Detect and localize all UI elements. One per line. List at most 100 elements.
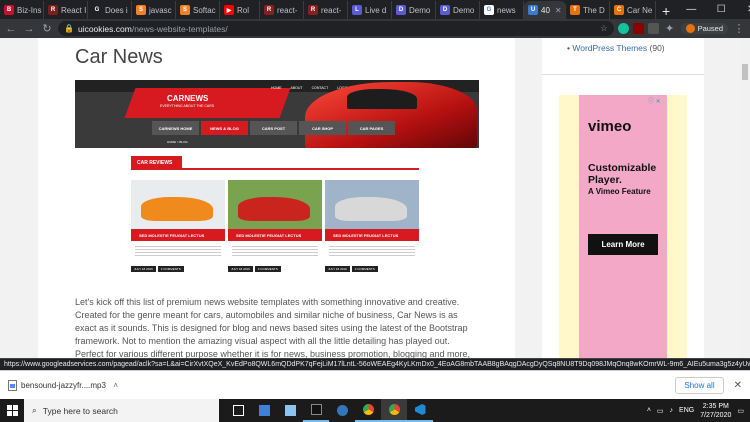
hero-nav-item: CARNEWS HOME [152, 121, 199, 135]
review-car-image [325, 180, 419, 229]
hero-nav-item: CAR PAGES [348, 121, 395, 135]
tab-1[interactable]: B Biz-Ins [0, 1, 44, 19]
review-date: JULY 18 2016 [131, 266, 156, 272]
review-card-text [135, 244, 221, 258]
tab-label: Rol [237, 5, 250, 15]
new-tab-button[interactable]: + [656, 3, 676, 19]
close-shelf-button[interactable]: ✕ [734, 380, 742, 391]
tab-label: Demo [409, 5, 431, 15]
address-bar[interactable]: 🔒 uicookies.com/news-website-templates/ … [58, 21, 614, 36]
review-card[interactable]: SED MOLESTIE FEUGIAT LECTUS JULY 18 2016 3… [131, 180, 225, 278]
learn-more-button[interactable]: Learn More [588, 234, 658, 255]
article-column: Car News CARNEWS EVERYTHING ABOUT THE CA… [38, 38, 515, 358]
hero-logo: CARNEWS [167, 94, 209, 103]
tab-8[interactable]: Rreact- [304, 1, 348, 19]
forward-button[interactable]: → [22, 23, 36, 35]
minimize-button[interactable]: — [676, 0, 706, 19]
tab-14[interactable]: T The D [566, 1, 610, 19]
scrollbar-thumb[interactable] [742, 64, 748, 80]
tab-10[interactable]: D Demo [392, 1, 436, 19]
article-body: Let's kick off this list of premium news… [75, 297, 471, 358]
start-button[interactable] [0, 399, 24, 422]
review-car-image [228, 180, 322, 229]
tab-strip: B Biz-Ins R React I G Does i Sjavasc S Softac ▶ Ro… [0, 0, 750, 19]
tab-15[interactable]: C Car Ne [610, 1, 656, 19]
tab-12[interactable]: Gnews [480, 1, 524, 19]
car-window [347, 89, 417, 109]
tab-label: 40 [541, 5, 550, 15]
taskbar-search[interactable]: ⌕ Type here to search [24, 399, 219, 422]
tab-label: The D [583, 5, 605, 15]
volume-icon[interactable]: ♪ [670, 407, 674, 414]
tab-6[interactable]: ▶ Rol [220, 1, 260, 19]
tab-2[interactable]: R React I [44, 1, 88, 19]
grammarly-extension-icon[interactable] [617, 23, 629, 34]
chevron-up-icon[interactable]: ˄ [647, 407, 651, 414]
tab-7[interactable]: Rreact- [260, 1, 304, 19]
download-item[interactable]: bensound-jazzyfr....mp3 ˄ [8, 379, 118, 391]
page-scrollbar[interactable] [740, 38, 750, 358]
tab-label: react- [321, 5, 342, 15]
tab-label: Car Ne [627, 5, 653, 15]
chevron-up-icon[interactable]: ˄ [113, 381, 118, 390]
category-link[interactable]: WordPress Themes [572, 43, 647, 53]
review-card-meta: JULY 18 2016 3 COMMENTS [325, 266, 378, 272]
review-card[interactable]: SED MOLESTIE FEUGIAT LECTUS JULY 18 2016 3… [325, 180, 419, 278]
files-app-icon[interactable] [277, 399, 303, 422]
hero-breadcrumb: HOME > BLOG [167, 140, 188, 144]
close-tab-icon[interactable]: ✕ [555, 6, 562, 15]
tab-9[interactable]: L Live d [348, 1, 392, 19]
hero-nav-item: NEWS & BLOG [201, 121, 248, 135]
review-card[interactable]: SED MOLESTIE FEUGIAT LECTUS JULY 18 2016 3… [228, 180, 322, 278]
extension-icon[interactable] [647, 23, 659, 34]
tab-3[interactable]: G Does i [88, 1, 132, 19]
system-tray: ˄ ▭ ♪ ENG 2:35 PM 7/27/2020 ▭ [647, 402, 750, 420]
tab-13[interactable]: U 40 ✕ [524, 1, 566, 19]
task-view-icon[interactable] [225, 399, 251, 422]
menu-icon[interactable]: ⋮ [732, 22, 746, 35]
clock-time: 2:35 PM [702, 402, 729, 410]
chrome-app-icon[interactable] [355, 399, 381, 422]
review-card-title: SED MOLESTIE FEUGIAT LECTUS [131, 229, 225, 241]
show-all-button[interactable]: Show all [675, 376, 724, 394]
review-card-meta: JULY 18 2016 3 COMMENTS [228, 266, 281, 272]
close-window-button[interactable]: ✕ [736, 0, 750, 19]
review-card-text [329, 244, 415, 258]
network-icon[interactable]: ▭ [657, 407, 664, 415]
vscode-app-icon[interactable] [407, 399, 433, 422]
tab-label: Demo [453, 5, 475, 15]
favicon-icon: R [264, 5, 274, 15]
reload-button[interactable]: ↻ [40, 22, 54, 35]
notification-icon[interactable]: ▭ [737, 407, 744, 415]
hero-screenshot: CARNEWS EVERYTHING ABOUT THE CARS HOME AB… [75, 80, 479, 148]
puzzle-extensions-icon[interactable]: ✦ [663, 22, 677, 35]
tab-11[interactable]: D Demo [436, 1, 480, 19]
hero-tagline: EVERYTHING ABOUT THE CARS [160, 104, 215, 108]
profile-paused-button[interactable]: Paused [680, 23, 728, 34]
star-icon[interactable]: ☆ [600, 23, 608, 34]
mail-app-icon[interactable] [251, 399, 277, 422]
tab-label: Softac [193, 5, 216, 15]
maximize-button[interactable]: ☐ [706, 0, 736, 19]
review-card-meta: JULY 18 2016 3 COMMENTS [131, 266, 184, 272]
favicon-icon: U [528, 5, 538, 15]
back-button[interactable]: ← [4, 23, 18, 35]
edge-app-icon[interactable] [329, 399, 355, 422]
favicon-icon: R [308, 5, 318, 15]
ublock-extension-icon[interactable] [632, 23, 644, 34]
clock[interactable]: 2:35 PM 7/27/2020 [700, 402, 731, 420]
tab-4[interactable]: Sjavasc [132, 1, 176, 19]
tab-5[interactable]: S Softac [176, 1, 220, 19]
chrome-active-app-icon[interactable] [381, 399, 407, 422]
review-comments: 3 COMMENTS [254, 266, 281, 272]
language-indicator[interactable]: ENG [679, 407, 694, 414]
car-shape [335, 197, 407, 221]
lock-icon: 🔒 [64, 24, 74, 33]
ad-subtitle: A Vimeo Feature [588, 187, 651, 196]
windows-logo-icon [6, 405, 18, 416]
terminal-app-icon[interactable] [303, 399, 329, 422]
favicon-icon: L [352, 5, 362, 15]
paused-label: Paused [697, 24, 723, 33]
ad-info-icon[interactable]: ⓘ ✕ [648, 96, 661, 105]
favicon-icon: C [614, 5, 624, 15]
